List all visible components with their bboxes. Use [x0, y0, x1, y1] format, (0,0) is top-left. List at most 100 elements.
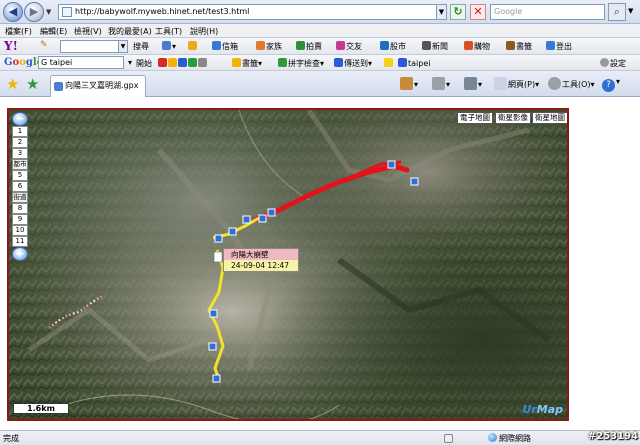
- status-text: 完成: [3, 434, 19, 443]
- yahoo-item-label: 交友: [346, 42, 362, 51]
- tooltip-title: 向陽大崩壁: [224, 249, 298, 260]
- google-toolbar: Google G taipei ▾ 開始 書籤▾ 拼字檢查▾ 傳送到▾ taip…: [0, 55, 640, 71]
- yahoo-item-dating[interactable]: 交友: [336, 41, 362, 52]
- gear-icon: [600, 58, 609, 67]
- help-button[interactable]: ? ▾: [602, 77, 620, 92]
- google-dropdown[interactable]: ▾: [128, 58, 132, 67]
- urmap-logo: UrMap: [522, 403, 563, 416]
- menu-favorites[interactable]: 我的最愛(A): [108, 26, 152, 37]
- map-type-electronic[interactable]: 電子地圖: [457, 112, 493, 124]
- auction-icon: [296, 41, 305, 50]
- yahoo-item-shopping[interactable]: 購物: [464, 41, 490, 52]
- menu-tools[interactable]: 工具(T): [155, 26, 182, 37]
- tab-active[interactable]: 向陽三叉嘉明湖.gpx: [50, 75, 146, 97]
- feeds-button[interactable]: ▾: [432, 77, 450, 90]
- google-tool-icons[interactable]: [158, 58, 208, 68]
- zoom-level-5[interactable]: 5: [12, 170, 28, 181]
- zoom-level-street[interactable]: 街道: [12, 192, 28, 203]
- zoom-in-button[interactable]: +: [12, 247, 28, 261]
- google-bookmarks-label: 書籤: [242, 59, 258, 68]
- page-menu-button[interactable]: 網頁(P)▾: [494, 77, 539, 90]
- page-icon: [62, 7, 72, 17]
- yahoo-item-family[interactable]: 家族: [256, 41, 282, 52]
- menu-file[interactable]: 檔案(F): [5, 26, 32, 37]
- highlight-icon[interactable]: [384, 58, 394, 68]
- search-input[interactable]: Google: [490, 4, 605, 20]
- add-favorites-icon[interactable]: ★: [26, 75, 39, 93]
- address-dropdown[interactable]: ▼: [436, 4, 447, 20]
- map-scale: 1.6km: [13, 403, 69, 414]
- search-dropdown[interactable]: ▼: [628, 7, 633, 15]
- home-button[interactable]: ▾: [400, 77, 418, 90]
- yahoo-item-label: 股市: [390, 42, 406, 51]
- yahoo-item-label: 信箱: [222, 42, 238, 51]
- google-search-input[interactable]: G taipei: [38, 56, 124, 69]
- star-icon: [232, 58, 241, 67]
- menu-edit[interactable]: 編輯(E): [40, 26, 67, 37]
- yahoo-item-news[interactable]: 新聞: [422, 41, 448, 52]
- yahoo-item-mail[interactable]: 信箱: [212, 41, 238, 52]
- home-icon: [400, 77, 413, 90]
- satellite-map[interactable]: 電子地圖 衛星影像 衛星地圖 − 1 2 3 都市 5 6 街道 8 9 10 …: [7, 108, 569, 421]
- address-text: http://babywolf.myweb.hinet.net/test3.ht…: [75, 7, 250, 16]
- page-menu-label: 網頁(P): [508, 80, 536, 89]
- yahoo-item-auction[interactable]: 拍賣: [296, 41, 322, 52]
- tools-menu-label: 工具(O): [562, 80, 591, 89]
- zoom-level-1[interactable]: 1: [12, 126, 28, 137]
- yahoo-search-button[interactable]: 搜尋: [133, 41, 149, 52]
- page-icon: [494, 77, 507, 90]
- google-send-button[interactable]: 傳送到▾: [334, 58, 372, 69]
- waypoint-tooltip: 向陽大崩壁 24-09-04 12:47: [223, 248, 299, 272]
- menu-help[interactable]: 說明(H): [190, 26, 218, 37]
- security-zone[interactable]: 網際網路: [488, 433, 531, 444]
- family-icon: [256, 41, 265, 50]
- printer-icon: [464, 77, 477, 90]
- google-settings-button[interactable]: 設定: [600, 58, 626, 69]
- zoom-level-10[interactable]: 10: [12, 225, 28, 236]
- favorites-star-icon[interactable]: ★: [6, 75, 19, 93]
- yahoo-item-logout[interactable]: 登出: [546, 41, 572, 52]
- tools-menu-button[interactable]: 工具(O)▾: [548, 77, 595, 90]
- stop-button[interactable]: ✕: [470, 4, 486, 20]
- zoom-level-8[interactable]: 8: [12, 203, 28, 214]
- zoom-out-button[interactable]: −: [12, 112, 28, 126]
- refresh-button[interactable]: ↻: [450, 4, 466, 20]
- back-button[interactable]: ◀: [3, 2, 23, 22]
- menu-view[interactable]: 檢視(V): [74, 26, 102, 37]
- google-highlight-term[interactable]: taipei: [398, 58, 430, 68]
- map-type-satellite[interactable]: 衛星影像: [495, 112, 531, 124]
- google-bookmarks-button[interactable]: 書籤▾: [232, 58, 262, 69]
- zoom-level-2[interactable]: 2: [12, 137, 28, 148]
- yahoo-item-bookmarks[interactable]: 書籤: [506, 41, 532, 52]
- zoom-level-9[interactable]: 9: [12, 214, 28, 225]
- stock-icon: [380, 41, 389, 50]
- yahoo-options-icon[interactable]: ▾: [162, 41, 176, 51]
- search-term-icon: [398, 58, 407, 67]
- search-icon[interactable]: ⌕: [608, 3, 626, 21]
- tab-bar: ★ ★ 向陽三叉嘉明湖.gpx ▾ ▾ ▾ 網頁(P)▾ 工具(O)▾ ? ▾: [0, 71, 640, 97]
- zoom-level-city[interactable]: 都市: [12, 159, 28, 170]
- forward-button[interactable]: ▶: [24, 2, 44, 22]
- tooltip-time: 24-09-04 12:47: [224, 260, 298, 271]
- google-go-button[interactable]: 開始: [136, 58, 152, 69]
- yahoo-highlight-icon[interactable]: [188, 41, 198, 51]
- zoom-level-3[interactable]: 3: [12, 148, 28, 159]
- yahoo-item-label: 書籤: [516, 42, 532, 51]
- google-spellcheck-button[interactable]: 拼字檢查▾: [278, 58, 324, 69]
- yahoo-logo[interactable]: Y!: [4, 39, 18, 53]
- pencil-icon[interactable]: ✎: [40, 40, 48, 50]
- address-bar[interactable]: http://babywolf.myweb.hinet.net/test3.ht…: [58, 4, 446, 20]
- logout-icon: [546, 41, 555, 50]
- mail-icon: [212, 41, 221, 50]
- yahoo-item-stock[interactable]: 股市: [380, 41, 406, 52]
- history-dropdown[interactable]: ▼: [46, 8, 51, 16]
- yahoo-search-dropdown[interactable]: ▼: [118, 40, 128, 53]
- bookmark-icon: [506, 41, 515, 50]
- zoom-level-11[interactable]: 11: [12, 236, 28, 247]
- zoom-level-6[interactable]: 6: [12, 181, 28, 192]
- address-toolbar: ◀ ▶ ▼ http://babywolf.myweb.hinet.net/te…: [0, 0, 640, 24]
- map-type-hybrid[interactable]: 衛星地圖: [532, 112, 567, 124]
- zone-label: 網際網路: [499, 434, 531, 443]
- yahoo-item-label: 家族: [266, 42, 282, 51]
- print-button[interactable]: ▾: [464, 77, 482, 90]
